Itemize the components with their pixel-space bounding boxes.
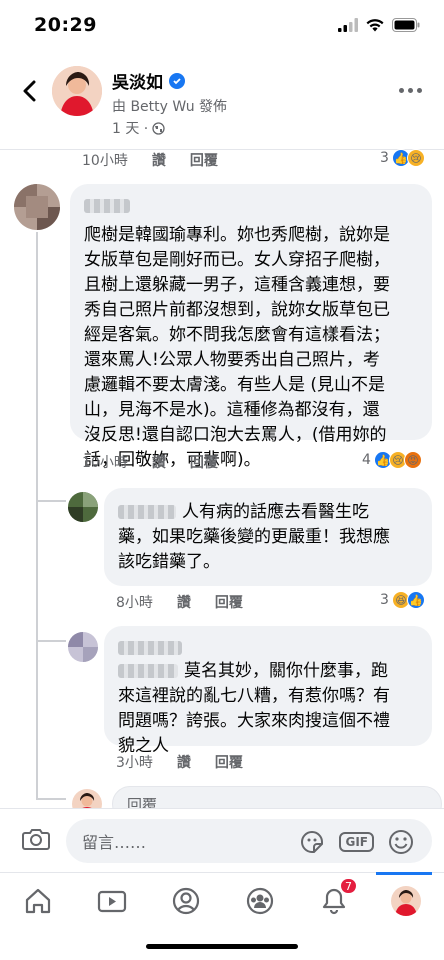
dot-icon	[417, 88, 422, 93]
reply-bubble[interactable]: 莫名其妙，關你什麼事，跑 來這裡說的亂七八糟，有惹你嗎？有 問題嗎？誇張。大家來…	[104, 626, 432, 756]
video-icon	[97, 890, 127, 913]
back-button[interactable]	[14, 76, 44, 106]
home-icon	[25, 888, 51, 914]
home-indicator	[146, 944, 298, 949]
like-link[interactable]: 讚	[177, 592, 191, 612]
like-link[interactable]: 讚	[177, 752, 191, 772]
comment-line: 慮邏輯不要太膚淺。有些人是 (見山不是	[84, 375, 386, 395]
comment-actions: 10小時 讚 回覆	[82, 150, 218, 170]
tab-watch[interactable]	[92, 883, 132, 919]
active-tab-indicator	[376, 872, 432, 875]
reply-line: 莫名其妙，關你什麼事，跑	[118, 659, 418, 684]
dot-icon	[399, 88, 404, 93]
verified-badge-icon	[169, 72, 185, 89]
signal-icon	[338, 18, 358, 32]
reply-line: 藥，如果吃藥後變的更嚴重！我想應	[118, 527, 390, 547]
reply-link[interactable]: 回覆	[215, 592, 243, 612]
wifi-icon	[366, 19, 384, 32]
chevron-left-icon	[23, 80, 36, 102]
comment-time: 10小時	[82, 455, 128, 471]
reaction-summary[interactable]: 3 😆 👍	[380, 591, 425, 609]
tab-profile[interactable]	[166, 883, 206, 919]
reaction-summary[interactable]: 3 👍 😢	[380, 149, 425, 167]
reply-line: 問題嗎？誇張。大家來肉搜這個不禮	[118, 711, 390, 731]
user-circle-icon	[172, 887, 200, 915]
gif-button[interactable]: GIF	[339, 832, 374, 852]
tab-notifications[interactable]: 7	[314, 877, 358, 919]
menu-avatar	[391, 886, 421, 916]
tab-groups[interactable]	[240, 883, 280, 919]
reply-avatar[interactable]	[68, 632, 98, 662]
reply-link[interactable]: 回覆	[190, 150, 218, 170]
thread-branch	[36, 500, 66, 502]
reply-text: 人有病的話應去看醫生吃	[182, 502, 369, 522]
reply-avatar[interactable]	[68, 492, 98, 522]
battery-icon	[392, 18, 420, 32]
reaction-summary[interactable]: 4 👍 😢 😡	[362, 451, 422, 469]
like-reaction-icon: 👍	[406, 591, 425, 609]
sticker-icon[interactable]	[299, 829, 325, 855]
reaction-count: 3	[380, 592, 389, 608]
commenter-name-blurred[interactable]	[84, 196, 418, 221]
comment-bubble[interactable]: 爬樹是韓國瑜專利。妳也秀爬樹，說妳是 女版草包是剛好而已。女人穿招子爬樹， 且樹…	[70, 184, 432, 470]
like-link[interactable]: 讚	[152, 150, 166, 170]
comment-line: 山，見海不是水)。這種修為都沒有，還	[84, 400, 380, 420]
reply-link[interactable]: 回覆	[190, 452, 218, 472]
reply-line: 該吃錯藥了。	[118, 552, 220, 572]
page-name[interactable]: 吳淡如	[112, 68, 185, 93]
tab-home[interactable]	[18, 883, 58, 919]
camera-icon	[22, 829, 50, 850]
sad-reaction-icon: 😢	[406, 149, 425, 167]
groups-icon	[246, 887, 274, 915]
reply-time: 3小時	[116, 755, 153, 771]
comment-time: 10小時	[82, 153, 128, 169]
posted-by: 由 Betty Wu 發佈	[112, 99, 228, 115]
thread-line	[36, 232, 38, 800]
post-age-text: 1 天 ·	[112, 121, 149, 137]
reply-actions: 8小時 讚 回覆	[116, 592, 243, 612]
comment-composer: 留言…… GIF	[0, 808, 444, 872]
post-header: 吳淡如 由 Betty Wu 發佈 1 天 ·	[0, 52, 444, 150]
comment-line: 沒反思!還自認口泡大去罵人，(借用妳的	[84, 425, 387, 445]
comment-line: 經是客氣。妳不問我怎麼會有這樣看法；	[84, 325, 390, 345]
commenter-avatar[interactable]	[14, 184, 60, 230]
emoji-icon[interactable]	[388, 829, 414, 855]
reply-line: 人有病的話應去看醫生吃	[118, 500, 418, 525]
composer-tools: GIF	[299, 829, 414, 855]
comment-line: 女版草包是剛好而已。女人穿招子爬樹，	[84, 250, 390, 270]
reply-time: 8小時	[116, 595, 153, 611]
post-age: 1 天 ·	[112, 118, 165, 138]
tab-menu[interactable]	[386, 883, 426, 919]
thread-branch	[36, 640, 66, 642]
comment-line: 爬樹是韓國瑜專利。妳也秀爬樹，說妳是	[84, 225, 390, 245]
reply-bubble[interactable]: 人有病的話應去看醫生吃 藥，如果吃藥後變的更嚴重！我想應 該吃錯藥了。	[104, 488, 432, 586]
comment-line: 還來罵人!公眾人物要秀出自己照片，考	[84, 350, 380, 370]
reply-actions: 3小時 讚 回覆	[116, 752, 243, 772]
reply-line: 來這裡說的亂七八糟，有惹你嗎？有	[118, 686, 390, 706]
dot-icon	[408, 88, 413, 93]
like-link[interactable]: 讚	[152, 452, 166, 472]
page-avatar[interactable]	[52, 66, 102, 116]
reaction-count: 4	[362, 452, 371, 468]
reply-text: 莫名其妙，關你什麼事，跑	[184, 661, 388, 681]
status-time: 20:29	[34, 14, 97, 36]
globe-icon	[152, 121, 165, 135]
comment-line: 且樹上還躲藏一男子，這種含義連想，要	[84, 275, 390, 295]
status-bar: 20:29	[0, 0, 444, 52]
reply-link[interactable]: 回覆	[215, 752, 243, 772]
comment-actions: 10小時 讚 回覆	[82, 452, 218, 472]
comment-line: 秀自己照片前都沒想到，說妳女版草包已	[84, 300, 390, 320]
comment-placeholder: 留言……	[82, 833, 147, 852]
more-options-button[interactable]	[399, 88, 422, 93]
status-icons	[338, 18, 420, 32]
angry-reaction-icon: 😡	[403, 451, 422, 469]
page-name-text[interactable]: 吳淡如	[112, 68, 163, 93]
camera-button[interactable]	[22, 827, 50, 855]
notification-badge: 7	[339, 877, 358, 895]
reaction-count: 3	[380, 150, 389, 166]
thread-branch	[36, 798, 66, 800]
